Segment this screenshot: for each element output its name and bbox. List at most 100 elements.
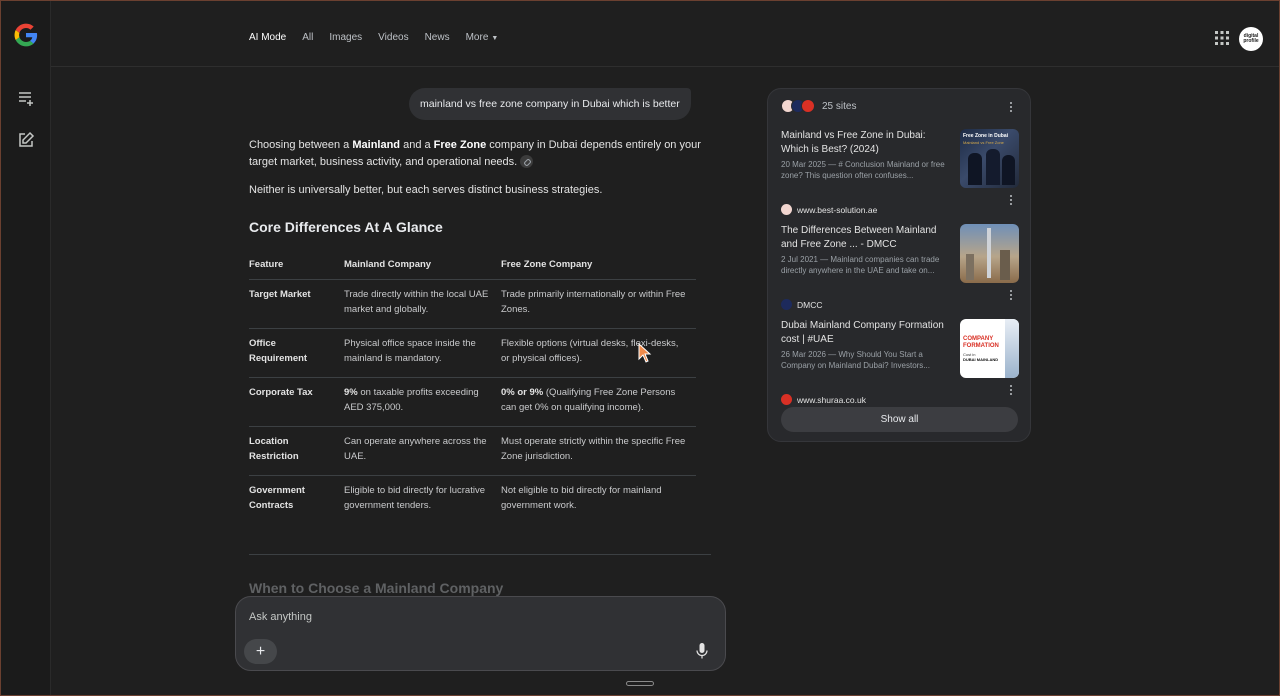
table-row: Location Restriction Can operate anywher… xyxy=(249,426,696,476)
source-snippet: 2 Jul 2021 — Mainland companies can trad… xyxy=(781,255,940,275)
more-options-icon[interactable] xyxy=(1009,195,1013,207)
table-header-mainland: Mainland Company xyxy=(344,256,501,280)
source-title: Dubai Mainland Company Formation cost | … xyxy=(781,320,944,345)
tab-more[interactable]: More ▼ xyxy=(466,32,499,43)
freezone-cell: Not eligible to bid directly for mainlan… xyxy=(501,484,662,512)
user-query-bubble: mainland vs free zone company in Dubai w… xyxy=(409,88,691,120)
drag-handle[interactable] xyxy=(626,681,654,686)
source-thumbnail xyxy=(960,224,1019,283)
link-icon[interactable] xyxy=(520,154,534,168)
source-site: www.shuraa.co.uk xyxy=(781,394,866,405)
freezone-cell: 0% or 9% (Qualifying Free Zone Persons c… xyxy=(501,377,696,427)
avatar-text-2: profile xyxy=(1243,38,1259,44)
mainland-cell: Can operate anywhere across the UAE. xyxy=(344,426,501,476)
thumbnail-caption: Mainland vs Free Zone xyxy=(963,140,1004,145)
thumbnail-figure xyxy=(968,153,982,185)
top-bar: AI Mode All Images Videos News More ▼ dig… xyxy=(51,0,1280,67)
table-header-row: Feature Mainland Company Free Zone Compa… xyxy=(249,256,696,280)
more-options-icon[interactable] xyxy=(1009,290,1013,302)
freezone-cell: Flexible options (virtual desks, flexi-d… xyxy=(501,328,696,378)
table-row: Corporate Tax 9% on taxable profits exce… xyxy=(249,377,696,427)
source-site-name: www.shuraa.co.uk xyxy=(797,394,866,405)
tab-all[interactable]: All xyxy=(302,32,313,43)
table-row: Target Market Trade directly within the … xyxy=(249,279,696,329)
source-site-name: DMCC xyxy=(797,299,823,310)
mainland-cell: 9% on taxable profits exceeding AED 375,… xyxy=(344,377,501,427)
section-heading: Core Differences At A Glance xyxy=(249,219,443,235)
thumbnail-building xyxy=(966,254,974,280)
intro-mid: and a xyxy=(400,139,434,151)
answer-intro: Choosing between a Mainland and a Free Z… xyxy=(249,137,711,171)
tab-images[interactable]: Images xyxy=(329,32,362,43)
ask-box: + xyxy=(235,596,726,671)
source-card[interactable]: Dubai Mainland Company Formation cost | … xyxy=(781,319,1019,405)
site-favicon xyxy=(801,99,815,113)
tab-news[interactable]: News xyxy=(425,32,450,43)
avatar[interactable]: digital profile xyxy=(1239,27,1263,51)
thumbnail-figure xyxy=(986,149,1000,185)
mainland-cell: Eligible to bid directly for lucrative g… xyxy=(344,484,485,512)
mainland-tax-rate: 9% xyxy=(344,386,358,398)
history-icon[interactable] xyxy=(16,88,36,108)
new-chat-icon[interactable] xyxy=(16,130,36,150)
next-section-heading: When to Choose a Mainland Company xyxy=(249,580,504,596)
table-header-freezone: Free Zone Company xyxy=(501,256,696,280)
search-tabs: AI Mode All Images Videos News More ▼ xyxy=(249,32,514,43)
intro-prefix: Choosing between a xyxy=(249,139,353,151)
table-row: Office Requirement Physical office space… xyxy=(249,328,696,378)
answer-second-paragraph: Neither is universally better, but each … xyxy=(249,184,603,196)
site-favicon xyxy=(781,204,792,215)
tab-ai-mode[interactable]: AI Mode xyxy=(249,32,286,43)
site-favicon xyxy=(781,299,792,310)
sources-count: 25 sites xyxy=(822,100,857,112)
thumbnail-caption: Free Zone in Dubai xyxy=(963,133,1009,139)
google-apps-icon[interactable] xyxy=(1215,31,1229,45)
tab-more-label: More xyxy=(465,32,489,43)
feature-cell: Corporate Tax xyxy=(249,377,344,427)
feature-cell: Location Restriction xyxy=(249,426,344,476)
source-snippet: 20 Mar 2025 — # Conclusion Mainland or f… xyxy=(781,160,945,180)
plus-icon: + xyxy=(255,642,266,660)
thumbnail-caption: FORMATION xyxy=(963,343,999,349)
more-options-icon[interactable] xyxy=(1009,385,1013,397)
source-card[interactable]: Mainland vs Free Zone in Dubai: Which is… xyxy=(781,129,1019,215)
intro-bold-mainland: Mainland xyxy=(352,139,401,151)
freezone-tax-rate: 0% or 9% xyxy=(501,386,544,398)
intro-bold-freezone: Free Zone xyxy=(433,139,487,151)
mainland-cell: Trade directly within the local UAE mark… xyxy=(344,279,501,329)
google-logo[interactable] xyxy=(13,22,39,48)
source-site-name: www.best-solution.ae xyxy=(797,204,878,215)
table-header-feature: Feature xyxy=(249,256,344,280)
ai-answer: Choosing between a Mainland and a Free Z… xyxy=(249,137,711,199)
tab-videos[interactable]: Videos xyxy=(378,32,408,43)
show-all-button[interactable]: Show all xyxy=(781,407,1018,432)
table-row: Government Contracts Eligible to bid dir… xyxy=(249,475,696,524)
mainland-cell: Physical office space inside the mainlan… xyxy=(344,328,501,378)
thumbnail-skyline xyxy=(1005,319,1019,378)
source-title: The Differences Between Mainland and Fre… xyxy=(781,225,937,250)
source-site: www.best-solution.ae xyxy=(781,204,877,215)
ask-input[interactable] xyxy=(249,611,689,623)
caret-down-icon: ▼ xyxy=(491,35,499,42)
mainland-tax-text: on taxable profits exceeding AED 375,000… xyxy=(344,386,479,414)
freezone-cell: Trade primarily internationally or withi… xyxy=(501,279,696,329)
source-snippet: 26 Mar 2026 — Why Should You Start a Com… xyxy=(781,350,930,370)
thumbnail-building xyxy=(1000,250,1010,280)
source-title: Mainland vs Free Zone in Dubai: Which is… xyxy=(781,130,926,155)
sources-panel: 25 sites Mainland vs Free Zone in Dubai:… xyxy=(767,88,1031,442)
source-site: DMCC xyxy=(781,299,823,310)
add-button[interactable]: + xyxy=(244,639,277,664)
left-rail xyxy=(0,0,51,696)
source-card[interactable]: The Differences Between Mainland and Fre… xyxy=(781,224,1019,310)
divider xyxy=(249,554,711,555)
sources-header[interactable]: 25 sites xyxy=(781,99,856,113)
feature-cell: Government Contracts xyxy=(249,484,305,512)
feature-cell: Office Requirement xyxy=(249,328,344,378)
mouse-cursor-icon xyxy=(638,343,652,363)
thumbnail-caption: DUBAI MAINLAND xyxy=(963,357,999,362)
more-options-icon[interactable] xyxy=(1009,102,1013,114)
comparison-table: Feature Mainland Company Free Zone Compa… xyxy=(249,256,696,524)
source-thumbnail: COMPANY FORMATION Cost in DUBAI MAINLAND xyxy=(960,319,1019,378)
microphone-icon[interactable] xyxy=(696,643,708,659)
thumbnail-caption: COMPANY xyxy=(963,336,994,342)
